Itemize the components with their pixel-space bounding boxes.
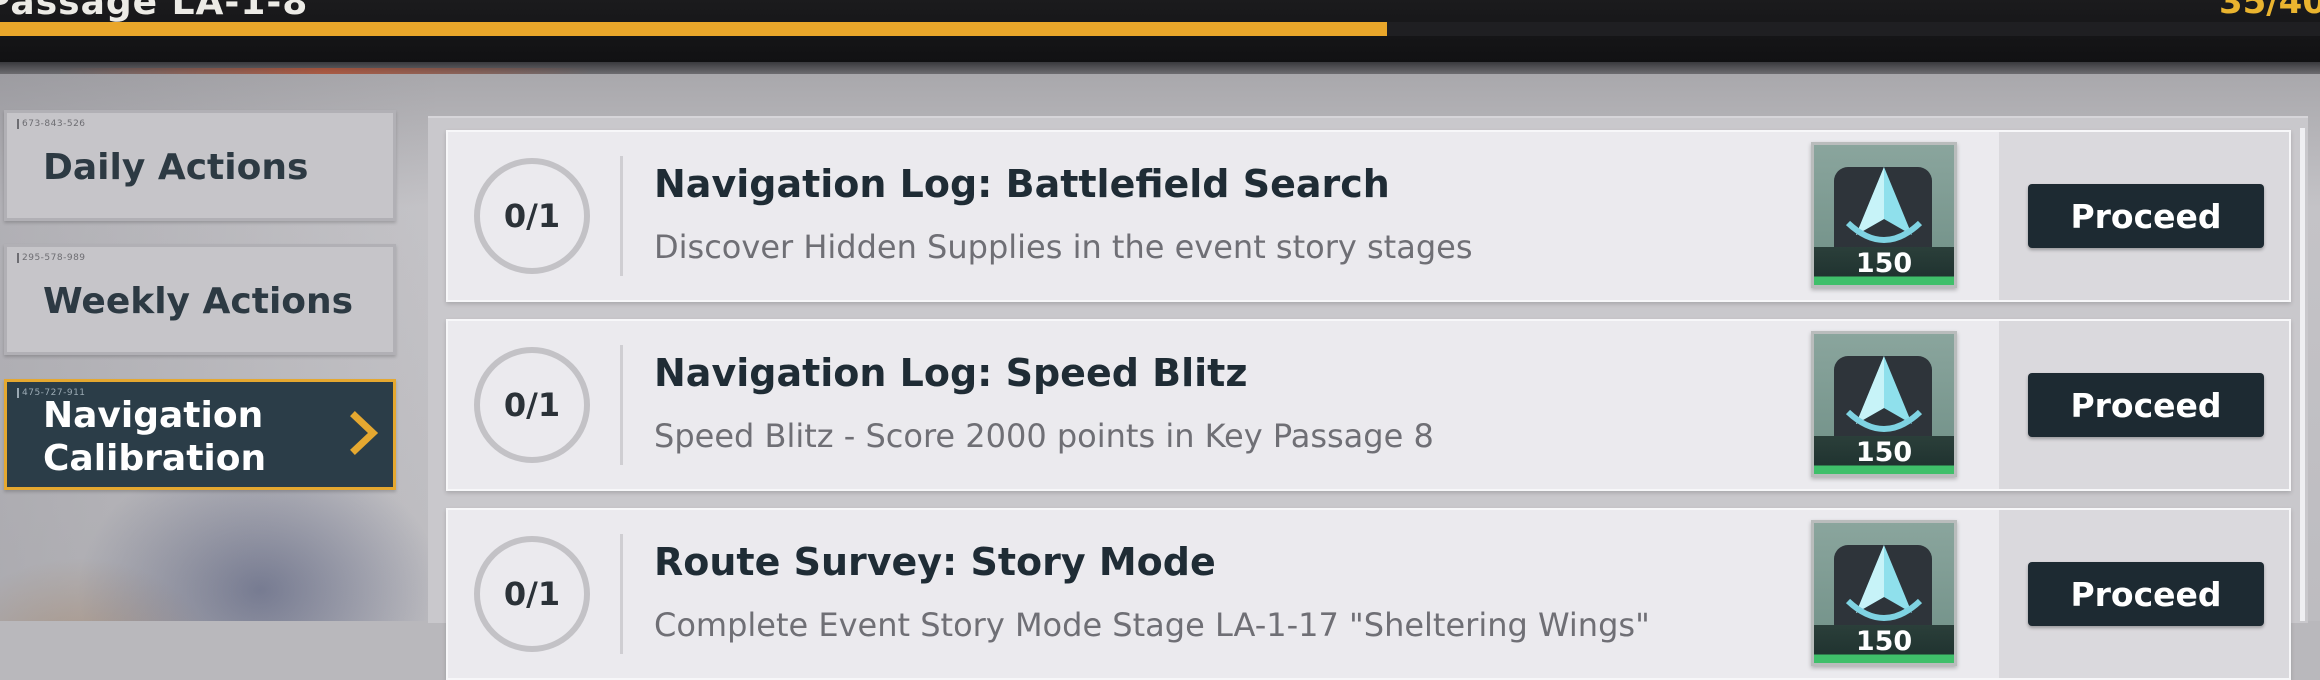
divider — [620, 156, 623, 276]
task-title: Route Survey: Story Mode — [654, 540, 1216, 584]
progress-count: 35/40 — [2218, 0, 2320, 22]
panel-scrollbar[interactable] — [2300, 128, 2305, 621]
task-description: Complete Event Story Mode Stage LA-1-17 … — [654, 606, 1650, 644]
tab-label: Weekly Actions — [43, 281, 354, 322]
proceed-button[interactable]: Proceed — [2028, 373, 2264, 437]
tab-daily-actions[interactable]: 673-843-526 Daily Actions — [4, 110, 396, 221]
task-description: Discover Hidden Supplies in the event st… — [654, 228, 1473, 266]
divider — [620, 345, 623, 465]
tab-weekly-actions[interactable]: 295-578-989 Weekly Actions — [4, 244, 396, 355]
tab-label: Navigation Calibration — [43, 394, 266, 480]
stage-progress-fill — [0, 22, 1388, 36]
task-progress-counter: 0/1 — [474, 347, 590, 463]
navigation-arrow-token-icon — [1845, 356, 1923, 432]
task-description: Speed Blitz - Score 2000 points in Key P… — [654, 417, 1434, 455]
tab-label-line-2: Calibration — [43, 438, 267, 479]
reward-item[interactable]: 150 — [1811, 520, 1957, 666]
top-bar: Passage LA-1-8 35/40 — [0, 0, 2320, 62]
task-row: 0/1 Route Survey: Story Mode Complete Ev… — [446, 508, 2291, 680]
tab-label-line-1: Navigation — [43, 395, 264, 436]
reward-quantity: 150 — [1855, 437, 1913, 468]
task-progress-counter: 0/1 — [474, 158, 590, 274]
tab-label: Daily Actions — [43, 147, 309, 188]
tab-code: 295-578-989 — [17, 253, 86, 263]
stage-progress-bar — [0, 22, 2320, 36]
proceed-button[interactable]: Proceed — [2028, 184, 2264, 248]
reward-quantity: 150 — [1855, 248, 1913, 279]
reward-quantity: 150 — [1855, 626, 1913, 657]
reward-item[interactable]: 150 — [1811, 142, 1957, 288]
task-row: 0/1 Navigation Log: Speed Blitz Speed Bl… — [446, 319, 2291, 491]
stage-title: Passage LA-1-8 — [0, 0, 309, 23]
proceed-button[interactable]: Proceed — [2028, 562, 2264, 626]
divider — [620, 534, 623, 654]
navigation-arrow-token-icon — [1845, 545, 1923, 621]
tab-code: 673-843-526 — [17, 119, 86, 129]
tab-navigation-calibration[interactable]: 475-727-911 Navigation Calibration — [4, 379, 396, 490]
top-bar-accent — [60, 68, 590, 74]
navigation-arrow-token-icon — [1845, 167, 1923, 243]
task-title: Navigation Log: Speed Blitz — [654, 351, 1248, 395]
reward-item[interactable]: 150 — [1811, 331, 1957, 477]
chevron-right-icon — [350, 411, 379, 455]
task-row: 0/1 Navigation Log: Battlefield Search D… — [446, 130, 2291, 302]
task-progress-counter: 0/1 — [474, 536, 590, 652]
task-title: Navigation Log: Battlefield Search — [654, 162, 1390, 206]
